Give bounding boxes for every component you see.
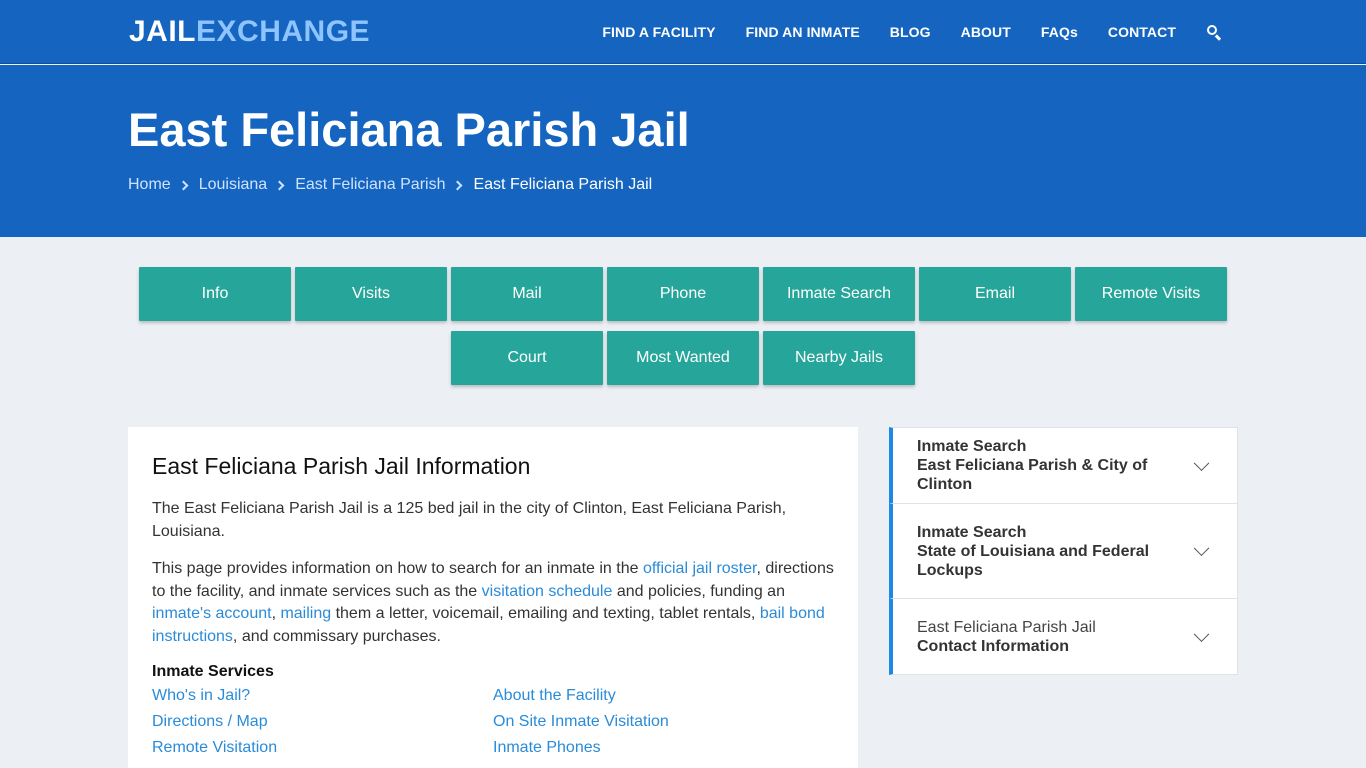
nav-contact[interactable]: CONTACT (1108, 24, 1176, 40)
sidebar-accordion: Inmate Search East Feliciana Parish & Ci… (889, 427, 1238, 675)
chevron-down-icon (1193, 540, 1210, 557)
breadcrumb: Home Louisiana East Feliciana Parish Eas… (128, 176, 652, 194)
accordion-inmate-search-state[interactable]: Inmate Search State of Louisiana and Fed… (889, 504, 1238, 599)
service-whos-in-jail[interactable]: Who's in Jail? (152, 685, 493, 707)
tab-remote-visits[interactable]: Remote Visits (1075, 267, 1227, 321)
chevron-down-icon (1193, 625, 1210, 642)
chevron-right-icon (178, 180, 189, 190)
text-segment: and policies, funding an (612, 582, 785, 600)
chevron-right-icon (453, 180, 463, 190)
tab-phone[interactable]: Phone (607, 267, 759, 321)
services-heading: Inmate Services (152, 663, 274, 680)
top-nav-bar: JAILEXCHANGE FIND A FACILITY FIND AN INM… (0, 0, 1366, 64)
service-onsite-visitation[interactable]: On Site Inmate Visitation (493, 711, 834, 733)
nav-find-inmate[interactable]: FIND AN INMATE (746, 24, 860, 40)
service-directions-map[interactable]: Directions / Map (152, 711, 493, 733)
breadcrumb-current: East Feliciana Parish Jail (473, 176, 653, 193)
logo-text-exchange: EXCHANGE (196, 15, 371, 48)
main-nav: FIND A FACILITY FIND AN INMATE BLOG ABOU… (572, 0, 1222, 64)
search-icon[interactable] (1206, 24, 1222, 41)
nav-about[interactable]: ABOUT (961, 24, 1011, 40)
site-logo[interactable]: JAILEXCHANGE (129, 15, 370, 49)
accordion-contact-info[interactable]: East Feliciana Parish Jail Contact Infor… (889, 599, 1238, 675)
accordion-title: East Feliciana Parish Jail (917, 618, 1096, 636)
visitation-schedule-link[interactable]: visitation schedule (482, 583, 613, 600)
info-heading: East Feliciana Parish Jail Information (152, 453, 531, 479)
tab-info[interactable]: Info (139, 267, 291, 321)
logo-text-jail: JAIL (129, 15, 197, 48)
overview-paragraph: This page provides information on how to… (152, 558, 834, 648)
service-remote-visitation[interactable]: Remote Visitation (152, 737, 493, 759)
chevron-down-icon (1193, 454, 1210, 471)
nav-blog[interactable]: BLOG (890, 24, 931, 40)
text-segment: This page provides information on how to… (152, 560, 643, 577)
text-segment: them a letter, voicemail, emailing and t… (331, 605, 760, 622)
tab-inmate-search[interactable]: Inmate Search (763, 267, 915, 321)
tab-most-wanted[interactable]: Most Wanted (607, 331, 759, 385)
breadcrumb-home[interactable]: Home (128, 176, 171, 194)
services-list: Who's in Jail? About the Facility Direct… (152, 685, 834, 759)
accordion-title: Inmate Search (917, 523, 1027, 541)
nav-find-facility[interactable]: FIND A FACILITY (602, 24, 715, 40)
hero-banner: East Feliciana Parish Jail Home Louisian… (0, 65, 1366, 237)
page-title: East Feliciana Parish Jail (128, 103, 690, 156)
tab-mail[interactable]: Mail (451, 267, 603, 321)
mailing-link[interactable]: mailing (280, 605, 331, 622)
accordion-subtitle: Contact Information (917, 637, 1069, 655)
chevron-right-icon (274, 180, 285, 190)
intro-paragraph: The East Feliciana Parish Jail is a 125 … (152, 500, 787, 540)
breadcrumb-state[interactable]: Louisiana (199, 176, 268, 194)
tab-visits[interactable]: Visits (295, 267, 447, 321)
accordion-subtitle: East Feliciana Parish & City of Clinton (917, 457, 1148, 493)
nav-faqs[interactable]: FAQs (1041, 24, 1078, 40)
section-tabs: Info Visits Mail Phone Inmate Search Ema… (137, 267, 1229, 385)
accordion-subtitle: State of Louisiana and Federal Lockups (917, 542, 1150, 579)
accordion-inmate-search-local[interactable]: Inmate Search East Feliciana Parish & Ci… (889, 427, 1238, 504)
text-segment: , and commissary purchases. (232, 627, 441, 645)
inmate-account-link[interactable]: inmate's account (152, 605, 272, 622)
jail-roster-link[interactable]: official jail roster (643, 560, 757, 577)
accordion-title: Inmate Search (917, 438, 1027, 455)
tab-court[interactable]: Court (451, 331, 603, 385)
service-about-facility[interactable]: About the Facility (493, 685, 834, 707)
tab-email[interactable]: Email (919, 267, 1071, 321)
service-inmate-phones[interactable]: Inmate Phones (493, 737, 834, 759)
tab-nearby-jails[interactable]: Nearby Jails (763, 331, 915, 385)
breadcrumb-parish[interactable]: East Feliciana Parish (295, 176, 445, 194)
info-card: East Feliciana Parish Jail Information T… (128, 427, 858, 768)
